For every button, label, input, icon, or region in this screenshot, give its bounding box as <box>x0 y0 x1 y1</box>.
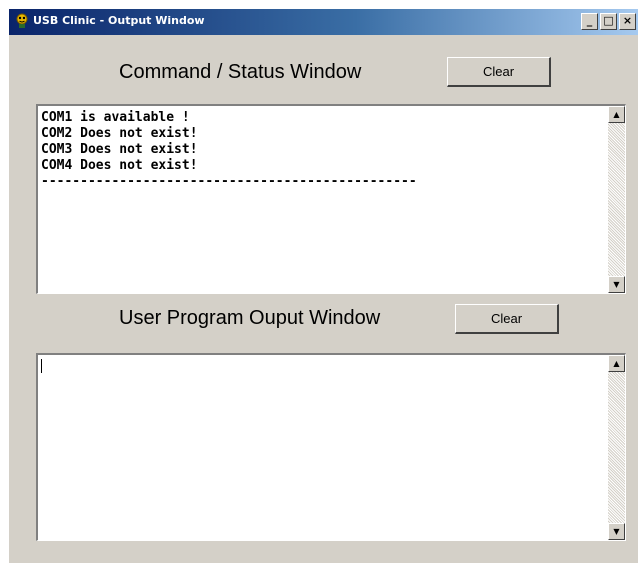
usb-clinic-app-icon <box>14 13 30 29</box>
command-status-label: Command / Status Window <box>119 61 362 83</box>
clear-command-status-button[interactable]: Clear <box>447 57 551 87</box>
user-output-scrollbar[interactable]: ▲ ▼ <box>608 355 625 540</box>
window-controls: _ □ × <box>581 13 636 31</box>
scroll-down-arrow-icon[interactable]: ▼ <box>608 523 625 540</box>
status-line: COM2 Does not exist! <box>41 126 198 141</box>
title-bar[interactable]: USB Clinic - Output Window _ □ × <box>9 9 638 35</box>
command-status-scrollbar[interactable]: ▲ ▼ <box>608 106 625 293</box>
command-status-text: COM1 is available ! COM2 Does not exist! C… <box>41 110 605 190</box>
window-title: USB Clinic - Output Window <box>33 14 205 27</box>
status-line: ----------------------------------------… <box>41 174 417 189</box>
status-line: COM4 Does not exist! <box>41 158 198 173</box>
close-button[interactable]: × <box>619 13 636 30</box>
user-output-textbox[interactable]: ▲ ▼ <box>36 353 626 541</box>
user-output-label: User Program Ouput Window <box>119 307 381 329</box>
minimize-button[interactable]: _ <box>581 13 598 30</box>
scroll-up-arrow-icon[interactable]: ▲ <box>608 355 625 372</box>
output-window: USB Clinic - Output Window _ □ × Command… <box>8 8 638 563</box>
text-caret <box>41 359 42 373</box>
status-line: COM1 is available ! <box>41 110 190 125</box>
status-line: COM3 Does not exist! <box>41 142 198 157</box>
clear-user-output-button[interactable]: Clear <box>455 304 559 334</box>
maximize-button[interactable]: □ <box>600 13 617 30</box>
scroll-down-arrow-icon[interactable]: ▼ <box>608 276 625 293</box>
command-status-textbox[interactable]: COM1 is available ! COM2 Does not exist! C… <box>36 104 626 294</box>
scroll-up-arrow-icon[interactable]: ▲ <box>608 106 625 123</box>
